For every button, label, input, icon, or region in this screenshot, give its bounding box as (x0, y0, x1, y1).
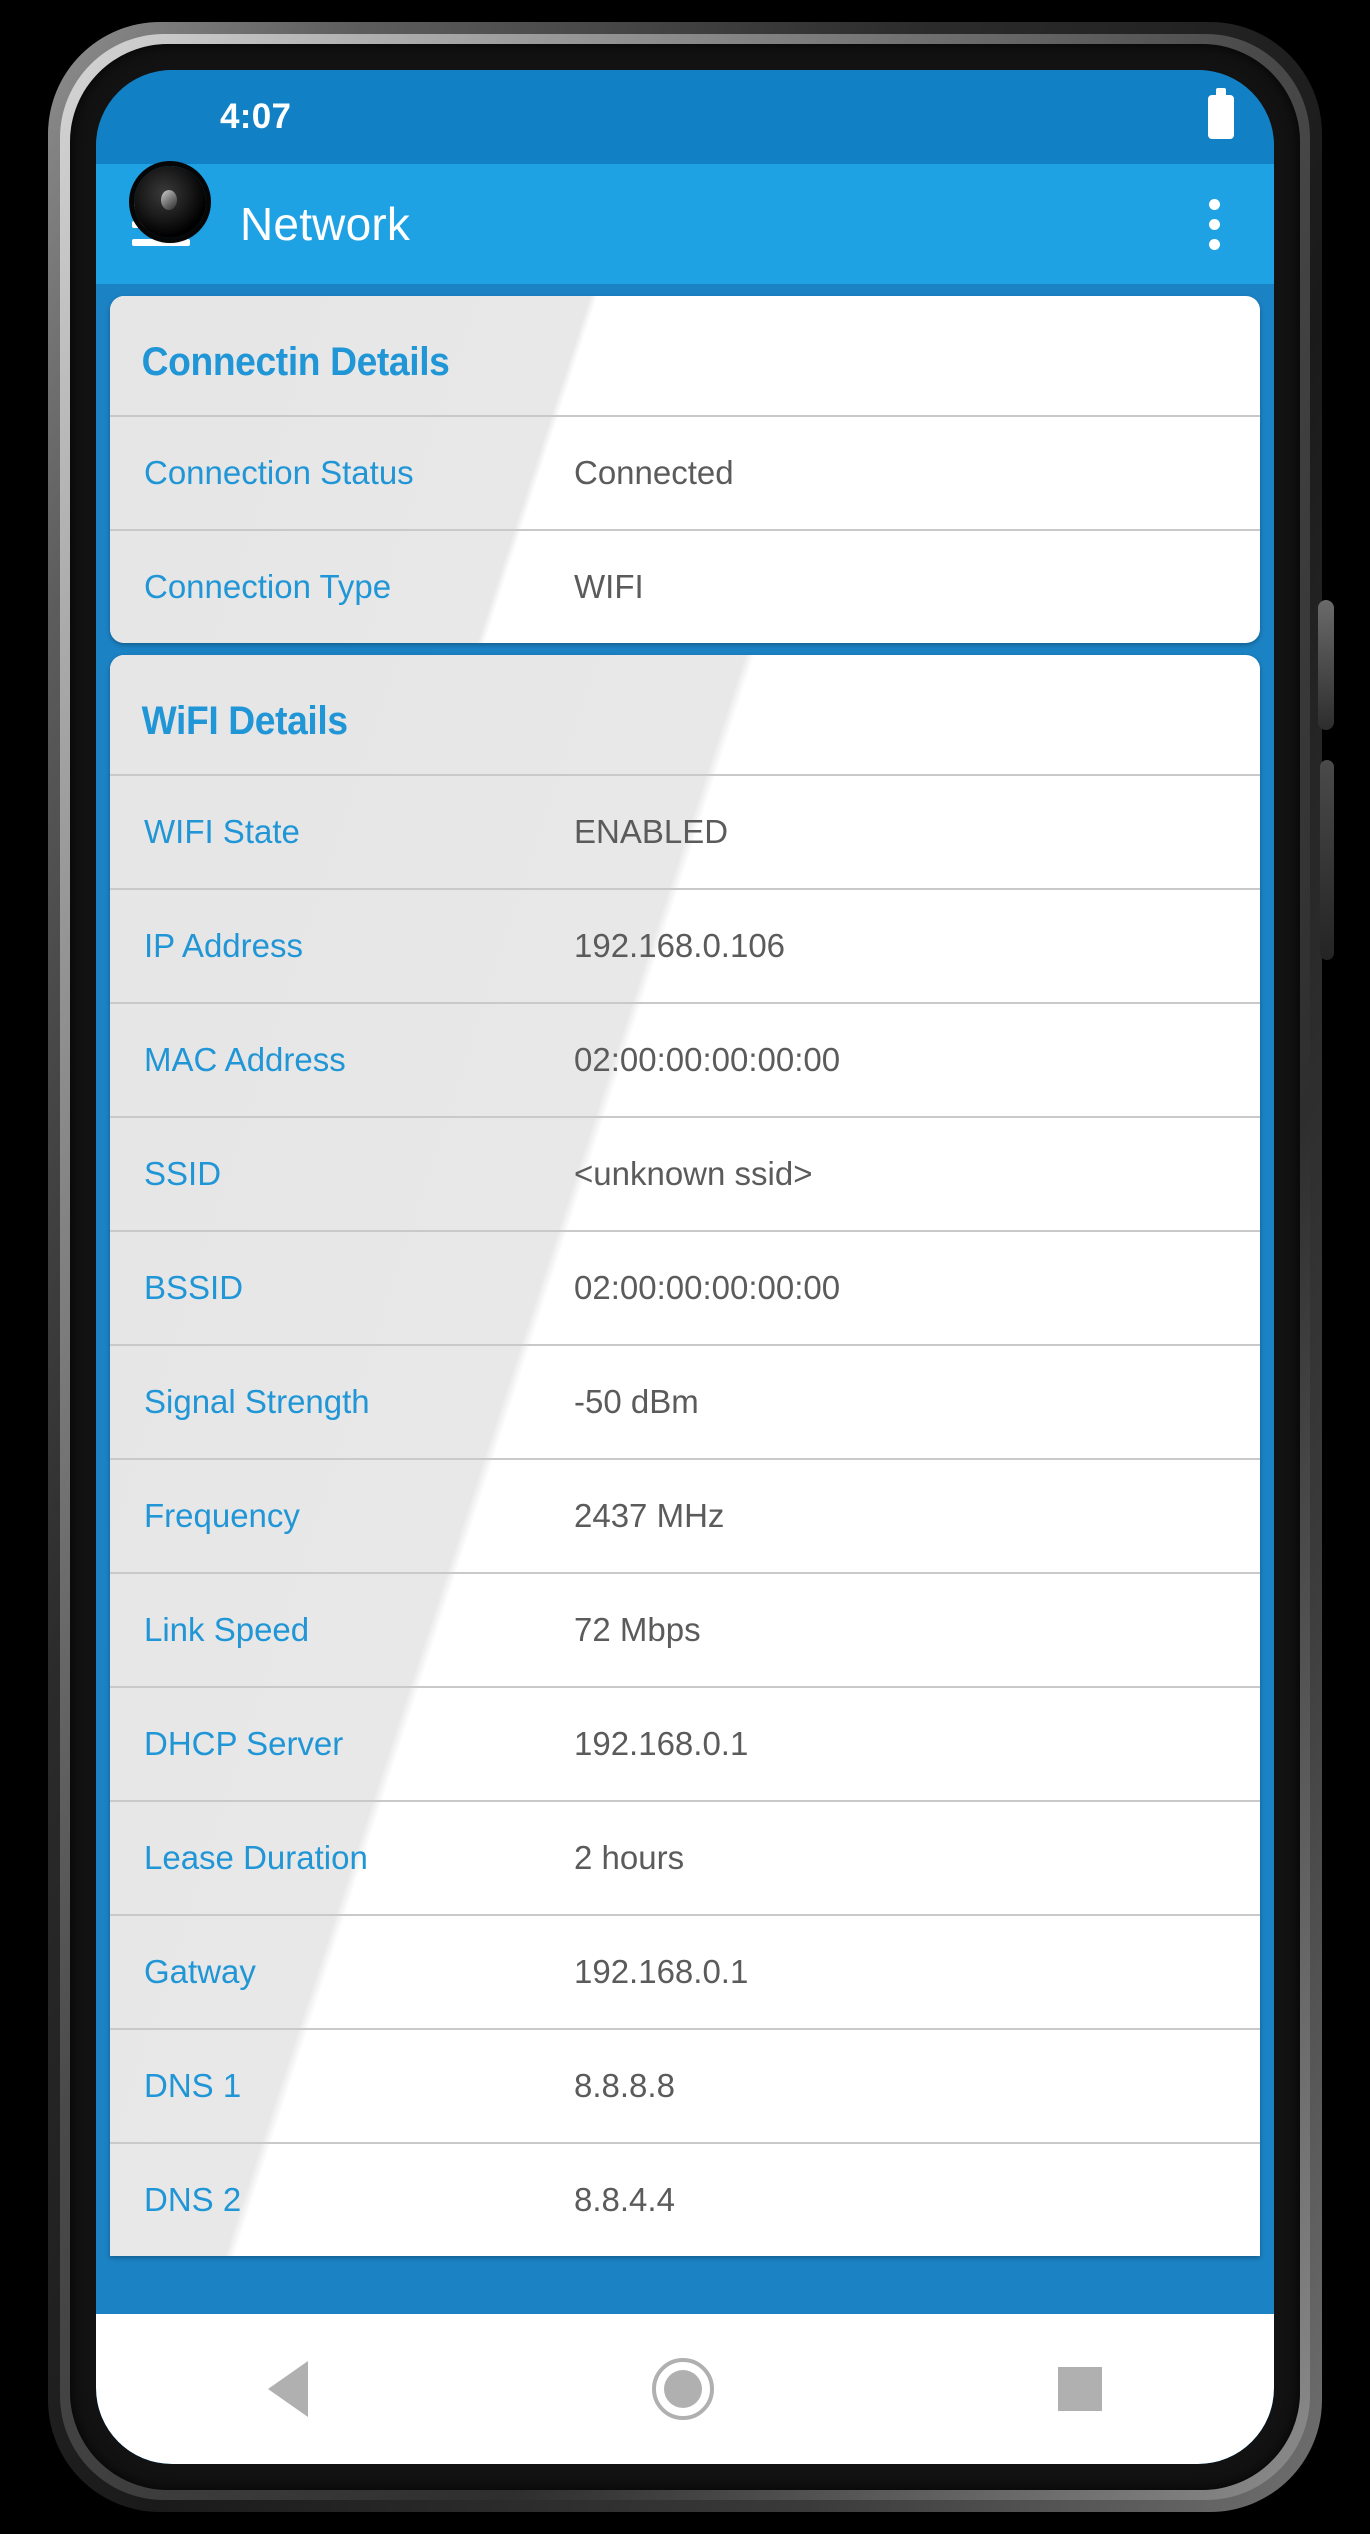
table-row[interactable]: IP Address 192.168.0.106 (110, 888, 1260, 1002)
row-value: 192.168.0.1 (574, 1953, 749, 1990)
row-value: 8.8.8.8 (574, 2067, 675, 2104)
table-row[interactable]: Link Speed 72 Mbps (110, 1572, 1260, 1686)
table-row[interactable]: SSID <unknown ssid> (110, 1116, 1260, 1230)
status-bar-clock: 4:07 (220, 97, 292, 136)
row-value: 2 hours (574, 1839, 685, 1876)
front-camera-icon (134, 166, 206, 238)
power-button[interactable] (1318, 600, 1334, 730)
card-connection-details: Connectin Details Connection Status Conn… (110, 296, 1260, 643)
table-row[interactable]: Lease Duration 2 hours (110, 1800, 1260, 1914)
row-value: 02:00:00:00:00:00 (574, 1041, 841, 1078)
status-bar-indicators (1208, 88, 1234, 139)
row-label: DHCP Server (144, 1725, 344, 1762)
row-label: Signal Strength (144, 1383, 370, 1420)
table-row[interactable]: Frequency 2437 MHz (110, 1458, 1260, 1572)
page-title: Network (240, 198, 411, 250)
row-label: Frequency (144, 1497, 300, 1534)
phone-screen: 4:07 Network Connectin Details Connectio… (96, 70, 1274, 2464)
row-value: 02:00:00:00:00:00 (574, 1269, 841, 1306)
table-row[interactable]: MAC Address 02:00:00:00:00:00 (110, 1002, 1260, 1116)
row-value: 2437 MHz (574, 1497, 725, 1534)
row-label: Connection Type (144, 568, 392, 605)
table-row[interactable]: DNS 2 8.8.4.4 (110, 2142, 1260, 2256)
table-row[interactable]: Signal Strength -50 dBm (110, 1344, 1260, 1458)
app-bar: Network (96, 164, 1274, 284)
row-value: WIFI (574, 568, 644, 605)
row-label: WIFI State (144, 813, 300, 850)
row-value: ENABLED (574, 813, 729, 850)
row-label: Connection Status (144, 454, 414, 491)
table-row[interactable]: Connection Status Connected (110, 415, 1260, 529)
row-label: Link Speed (144, 1611, 310, 1648)
row-value: Connected (574, 454, 734, 491)
row-label: Gatway (144, 1953, 256, 1990)
card-title: Connectin Details (141, 340, 450, 384)
row-value: <unknown ssid> (574, 1155, 813, 1192)
status-bar: 4:07 (96, 70, 1274, 164)
card-title: WiFI Details (141, 699, 348, 743)
table-row[interactable]: DNS 1 8.8.8.8 (110, 2028, 1260, 2142)
row-label: DNS 1 (144, 2067, 242, 2104)
back-triangle-icon[interactable] (268, 2361, 308, 2417)
more-vert-icon[interactable] (1201, 191, 1228, 258)
row-value: 192.168.0.106 (574, 927, 786, 964)
recents-square-icon[interactable] (1058, 2367, 1102, 2411)
table-row[interactable]: BSSID 02:00:00:00:00:00 (110, 1230, 1260, 1344)
row-value: 72 Mbps (574, 1611, 701, 1648)
row-label: IP Address (144, 927, 303, 964)
row-label: MAC Address (144, 1041, 346, 1078)
row-value: -50 dBm (574, 1383, 699, 1420)
battery-full-icon (1208, 88, 1234, 139)
table-row[interactable]: WIFI State ENABLED (110, 774, 1260, 888)
row-label: BSSID (144, 1269, 244, 1306)
volume-button[interactable] (1320, 760, 1334, 960)
table-row[interactable]: Connection Type WIFI (110, 529, 1260, 643)
table-row[interactable]: DHCP Server 192.168.0.1 (110, 1686, 1260, 1800)
row-label: Lease Duration (144, 1839, 368, 1876)
content-scroll-area[interactable]: Connectin Details Connection Status Conn… (96, 284, 1274, 2464)
table-row[interactable]: Gatway 192.168.0.1 (110, 1914, 1260, 2028)
row-label: SSID (144, 1155, 222, 1192)
row-label: DNS 2 (144, 2181, 242, 2218)
system-navigation-bar (96, 2314, 1274, 2464)
home-circle-icon[interactable] (652, 2358, 714, 2420)
row-value: 8.8.4.4 (574, 2181, 675, 2218)
screenshot-stage: 4:07 Network Connectin Details Connectio… (0, 0, 1370, 2534)
card-wifi-details: WiFI Details WIFI State ENABLED IP Addre… (110, 655, 1260, 2256)
row-value: 192.168.0.1 (574, 1725, 749, 1762)
